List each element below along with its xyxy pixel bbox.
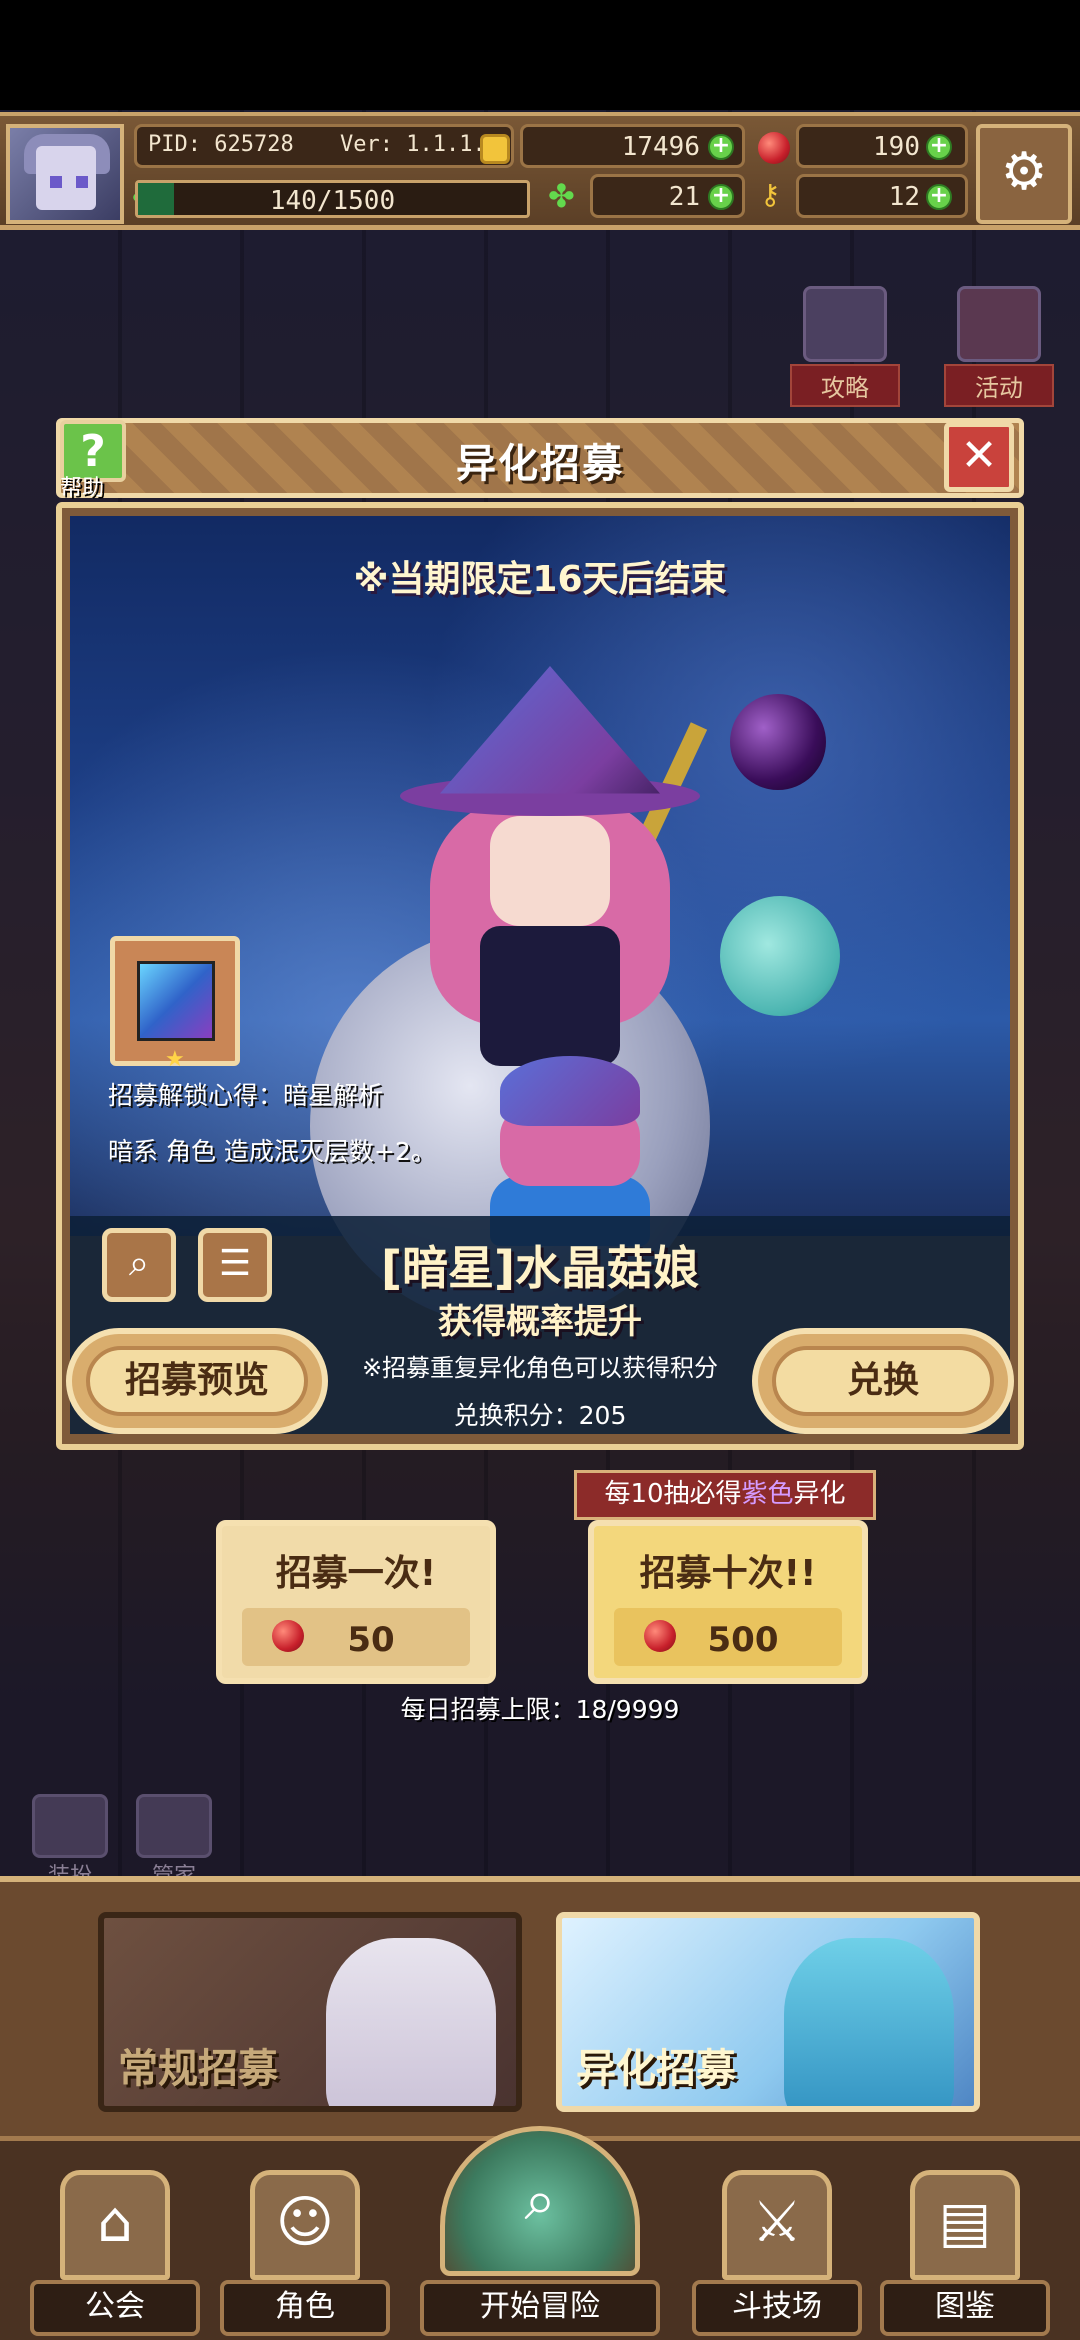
unlock-description: 暗系 角色 造成泯灭层数+2。: [108, 1137, 436, 1166]
arena-swords-icon: ⚔: [722, 2170, 832, 2280]
dialog-title: 异化招募: [456, 441, 624, 487]
help-label: 帮助: [60, 476, 105, 501]
nav-arena[interactable]: ⚔ 斗技场: [692, 2170, 862, 2340]
dialog-title-bar: 异化招募: [56, 418, 1024, 498]
nav-codex-label: 图鉴: [880, 2280, 1050, 2336]
add-key-button[interactable]: +: [926, 184, 952, 210]
spellbook-icon: [137, 961, 215, 1041]
event-balloons-icon: [957, 286, 1041, 362]
tab-normal-recruit[interactable]: 常规招募: [98, 1912, 522, 2112]
nav-codex[interactable]: ▤ 图鉴: [880, 2170, 1050, 2340]
clover-icon: ✤: [548, 177, 575, 215]
nav-character-label: 角色: [220, 2280, 390, 2336]
dark-orb-illustration: [730, 694, 826, 790]
player-avatar[interactable]: [6, 124, 124, 224]
exchange-points: 兑换积分：205: [453, 1401, 627, 1430]
recruit-once-cost-value: 50: [347, 1620, 395, 1660]
recruit-ten-button[interactable]: 招募十次!! 500: [588, 1520, 868, 1684]
tab-alien-recruit[interactable]: 异化招募: [556, 1912, 980, 2112]
recruit-once-label: 招募一次!: [275, 1553, 437, 1594]
nav-start-adventure-label: 开始冒险: [420, 2280, 660, 2336]
settings-button[interactable]: ⚙: [976, 124, 1072, 224]
daily-recruit-limit: 每日招募上限：18/9999: [400, 1695, 680, 1724]
gold-amount: 17496: [621, 132, 700, 162]
red-gem-icon: [758, 132, 790, 164]
starry-sky-background: ※当期限定16天后结束 ★ 招募解锁心得：暗星解析 暗系 角色 造成泯灭层数+2…: [70, 516, 1010, 1326]
game-version: Ver: 1.1.1.5: [340, 132, 499, 157]
tab-normal-recruit-label: 常规招募: [118, 2046, 278, 2092]
character-icon: ☺: [250, 2170, 360, 2280]
gold-coin-icon: [480, 134, 510, 164]
key-amount: 12: [888, 182, 920, 212]
recruit-ten-label: 招募十次!!: [639, 1553, 817, 1594]
bottom-navigation: ⌂ 公会 ☺ 角色 ⌕ 开始冒险 ⚔ 斗技场 ▤ 图鉴: [0, 2126, 1080, 2340]
nav-guild[interactable]: ⌂ 公会: [30, 2170, 200, 2340]
nav-guild-label: 公会: [30, 2280, 200, 2336]
limited-time-notice: ※当期限定16天后结束: [353, 559, 727, 600]
codex-icon: ▤: [910, 2170, 1020, 2280]
event-label: 活动: [944, 364, 1054, 407]
outfit-icon: [32, 1794, 108, 1858]
alien-recruit-character-art: [784, 1938, 954, 2106]
clover-amount: 21: [668, 182, 700, 212]
nav-arena-label: 斗技场: [692, 2280, 862, 2336]
featured-banner: ※当期限定16天后结束 ★ 招募解锁心得：暗星解析 暗系 角色 造成泯灭层数+2…: [56, 502, 1024, 1450]
guide-label: 攻略: [790, 364, 900, 407]
event-shortcut[interactable]: 活动: [944, 286, 1054, 407]
player-id: PID: 625728: [148, 132, 294, 157]
close-button[interactable]: ✕: [944, 422, 1014, 492]
guild-icon: ⌂: [60, 2170, 170, 2280]
guide-icon: [803, 286, 887, 362]
recruit-once-button[interactable]: 招募一次! 50: [216, 1520, 496, 1684]
recruit-mode-panel: 常规招募 异化招募: [0, 1876, 1080, 2136]
ten-pull-guarantee-badge: 每10抽必得紫色异化: [574, 1470, 876, 1520]
red-gem-amount: 190: [873, 132, 920, 162]
adventure-magnifier-icon: ⌕: [440, 2126, 640, 2276]
top-status-bar: PID: 625728 Ver: 1.1.1.5 17496 + 190 + ✤…: [0, 112, 1080, 230]
guide-shortcut[interactable]: 攻略: [790, 286, 900, 407]
close-icon: ✕: [960, 430, 998, 481]
help-button[interactable]: ? 帮助: [60, 420, 136, 504]
add-red-gem-button[interactable]: +: [926, 134, 952, 160]
star-icon: ★: [165, 1047, 185, 1072]
recruit-ten-cost: 500: [614, 1608, 842, 1666]
energy-amount: 140/1500: [269, 186, 396, 216]
tab-alien-recruit-label: 异化招募: [576, 2046, 736, 2092]
gear-icon: ⚙: [1000, 142, 1048, 202]
featured-character-art: [400, 666, 700, 1066]
normal-recruit-character-art: [326, 1938, 496, 2106]
recruit-once-cost: 50: [242, 1608, 470, 1666]
recruit-dialog: 异化招募 ? 帮助 ✕ ※当期限定16天后结束 ★ 招募解锁心得：暗星解析 暗系…: [56, 418, 1024, 1450]
unlock-skill-book[interactable]: ★: [110, 936, 240, 1072]
unlock-title: 招募解锁心得：暗星解析: [108, 1081, 384, 1110]
recruit-ten-cost-value: 500: [707, 1620, 779, 1660]
nav-start-adventure[interactable]: ⌕ 开始冒险: [420, 2126, 660, 2340]
butler-icon: [136, 1794, 212, 1858]
add-clover-button[interactable]: +: [708, 184, 734, 210]
exchange-note: ※招募重复异化角色可以获得积分: [361, 1354, 719, 1382]
key-icon: ⚷: [760, 178, 781, 211]
teal-planet-illustration: [720, 896, 840, 1016]
nav-character[interactable]: ☺ 角色: [220, 2170, 390, 2340]
character-name: [暗星]水晶菇娘: [380, 1241, 700, 1295]
add-gold-button[interactable]: +: [708, 134, 734, 160]
